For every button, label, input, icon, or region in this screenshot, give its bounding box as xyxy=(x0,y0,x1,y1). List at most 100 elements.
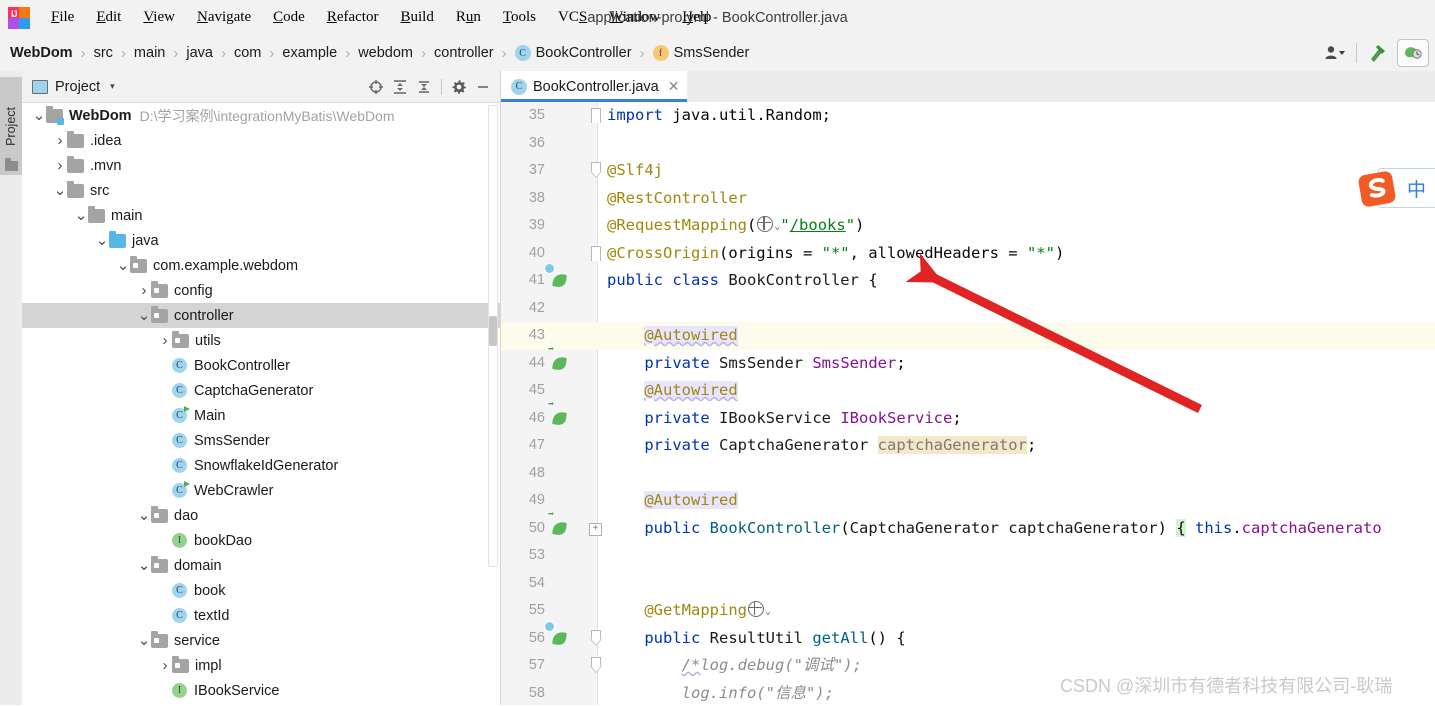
line-number[interactable]: 54 xyxy=(501,570,545,598)
chevron-down-icon[interactable]: ⌄ xyxy=(74,208,88,223)
menu-item-navigate[interactable]: Navigate xyxy=(186,4,262,31)
line-number[interactable]: 45 xyxy=(501,377,545,405)
chevron-down-icon[interactable]: ⌄ xyxy=(95,233,109,248)
web-endpoint-icon[interactable] xyxy=(747,600,764,617)
tree-node-snowflakeidgenerator[interactable]: C SnowflakeIdGenerator xyxy=(22,453,500,478)
tree-node-captchagenerator[interactable]: C CaptchaGenerator xyxy=(22,378,500,403)
sidebar-item-project[interactable]: Project xyxy=(0,77,22,175)
tree-node-main[interactable]: C Main xyxy=(22,403,500,428)
line-number[interactable]: 50 xyxy=(501,515,545,543)
collapse-all-icon[interactable] xyxy=(413,76,435,98)
tree-node-java[interactable]: ⌄ java xyxy=(22,228,500,253)
breadcrumb-item-webdom[interactable]: WebDom xyxy=(8,41,75,65)
tree-node-dao[interactable]: ⌄ dao xyxy=(22,503,500,528)
tree-node-impl[interactable]: › impl xyxy=(22,653,500,678)
chevron-down-icon[interactable]: ⌄ xyxy=(137,558,151,573)
chevron-down-icon[interactable]: ▾ xyxy=(110,81,115,92)
breadcrumb-item-com[interactable]: com xyxy=(232,41,263,65)
chevron-down-icon[interactable]: ⌄ xyxy=(32,108,46,123)
chevron-right-icon[interactable]: › xyxy=(158,657,172,674)
tree-node-src[interactable]: ⌄ src xyxy=(22,178,500,203)
code-fold-end-icon[interactable] xyxy=(590,162,602,178)
menu-item-file[interactable]: File xyxy=(40,4,85,31)
web-endpoint-icon[interactable] xyxy=(756,215,774,232)
tree-node-textid[interactable]: CtextId xyxy=(22,603,500,628)
tree-node-com-example-webdom[interactable]: ⌄ com.example.webdom xyxy=(22,253,500,278)
line-number[interactable]: 43 xyxy=(501,322,545,350)
code-fold-expand-icon[interactable]: + xyxy=(589,522,602,536)
hide-panel-icon[interactable] xyxy=(472,76,494,98)
code-fold-end-icon[interactable] xyxy=(590,629,602,646)
chevron-down-icon[interactable]: ⌄ xyxy=(137,633,151,648)
code-fold-end-icon[interactable] xyxy=(590,657,602,673)
close-icon[interactable]: ✕ xyxy=(668,78,680,95)
line-number[interactable]: 42 xyxy=(501,295,545,323)
breadcrumb-item-example[interactable]: example xyxy=(280,41,339,65)
line-number[interactable]: 37 xyxy=(501,157,545,185)
menu-item-edit[interactable]: Edit xyxy=(85,4,132,31)
line-number[interactable]: 38 xyxy=(501,185,545,213)
line-number[interactable]: 58 xyxy=(501,680,545,706)
tree-node-bookdao[interactable]: IbookDao xyxy=(22,528,500,553)
settings-gear-icon[interactable] xyxy=(448,76,470,98)
scrollbar-thumb[interactable] xyxy=(489,316,497,346)
breadcrumb-item-webdom[interactable]: webdom xyxy=(356,41,415,65)
tab-bookcontroller-java[interactable]: C BookController.java ✕ xyxy=(501,71,688,102)
line-number[interactable]: 48 xyxy=(501,460,545,488)
user-account-icon[interactable] xyxy=(1322,40,1348,66)
line-number[interactable]: 36 xyxy=(501,130,545,158)
tree-node-book[interactable]: Cbook xyxy=(22,578,500,603)
tree-node--idea[interactable]: › .idea xyxy=(22,128,500,153)
chevron-down-icon[interactable]: ⌄ xyxy=(53,183,67,198)
tree-node-main[interactable]: ⌄ main xyxy=(22,203,500,228)
tree-node-smssender[interactable]: C SmsSender xyxy=(22,428,500,453)
line-number[interactable]: 55 xyxy=(501,597,545,625)
chevron-right-icon[interactable]: › xyxy=(158,332,172,349)
menu-item-view[interactable]: View xyxy=(132,4,186,31)
line-number[interactable]: 46 xyxy=(501,405,545,433)
tree-node-domain[interactable]: ⌄ domain xyxy=(22,553,500,578)
spring-bean-gutter-icon[interactable] xyxy=(544,620,569,647)
tree-node-webcrawler[interactable]: C WebCrawler xyxy=(22,478,500,503)
menu-item-run[interactable]: Run xyxy=(445,4,492,31)
select-opened-file-icon[interactable] xyxy=(365,76,387,98)
chevron-right-icon[interactable]: › xyxy=(137,282,151,299)
line-number[interactable]: 49 xyxy=(501,487,545,515)
code-fold-start-icon[interactable] xyxy=(591,108,601,123)
spring-bean-gutter-icon[interactable] xyxy=(544,263,569,289)
menu-item-build[interactable]: Build xyxy=(389,4,444,31)
spring-autowire-gutter-icon[interactable]: ➡ xyxy=(548,509,569,537)
menu-item-tools[interactable]: Tools xyxy=(492,4,547,31)
line-number[interactable]: 53 xyxy=(501,542,545,570)
chevron-down-icon[interactable]: ⌄ xyxy=(765,598,771,626)
sogou-ime-panel[interactable]: 中 xyxy=(1358,168,1435,208)
menu-item-refactor[interactable]: Refactor xyxy=(316,4,390,31)
chevron-right-icon[interactable]: › xyxy=(53,157,67,174)
chevron-down-icon[interactable]: ⌄ xyxy=(137,508,151,523)
breadcrumb-item-src[interactable]: src xyxy=(92,41,115,65)
tree-node-ibookservice[interactable]: I IBookService xyxy=(22,678,500,703)
tree-node--mvn[interactable]: › .mvn xyxy=(22,153,500,178)
chevron-down-icon[interactable]: ⌄ xyxy=(137,308,151,323)
tree-node-service[interactable]: ⌄ service xyxy=(22,628,500,653)
breadcrumb-item-controller[interactable]: controller xyxy=(432,41,496,65)
line-number[interactable]: 35 xyxy=(501,102,545,130)
breadcrumb-item-smssender[interactable]: f SmsSender xyxy=(651,41,752,65)
line-number[interactable]: 56 xyxy=(501,625,545,653)
spring-autowire-gutter-icon[interactable]: ➡ xyxy=(548,399,569,427)
breadcrumb-item-java[interactable]: java xyxy=(184,41,215,65)
expand-all-icon[interactable] xyxy=(389,76,411,98)
project-tree-scrollbar[interactable] xyxy=(488,105,498,567)
spring-autowire-gutter-icon[interactable]: ➡ xyxy=(548,344,569,372)
menu-item-code[interactable]: Code xyxy=(262,4,316,31)
chevron-down-icon[interactable]: ⌄ xyxy=(116,258,130,273)
line-number[interactable]: 40 xyxy=(501,240,545,268)
tree-node-bookcontroller[interactable]: C BookController xyxy=(22,353,500,378)
run-button-icon[interactable] xyxy=(1397,39,1429,67)
breadcrumb-item-bookcontroller[interactable]: C BookController xyxy=(513,41,634,65)
line-number[interactable]: 41 xyxy=(501,267,545,295)
tree-node-webdom[interactable]: ⌄ WebDom D:\学习案例\integrationMyBatis\WebDom xyxy=(22,103,500,128)
breadcrumb-item-main[interactable]: main xyxy=(132,41,167,65)
line-number[interactable]: 57 xyxy=(501,652,545,680)
line-number[interactable]: 47 xyxy=(501,432,545,460)
